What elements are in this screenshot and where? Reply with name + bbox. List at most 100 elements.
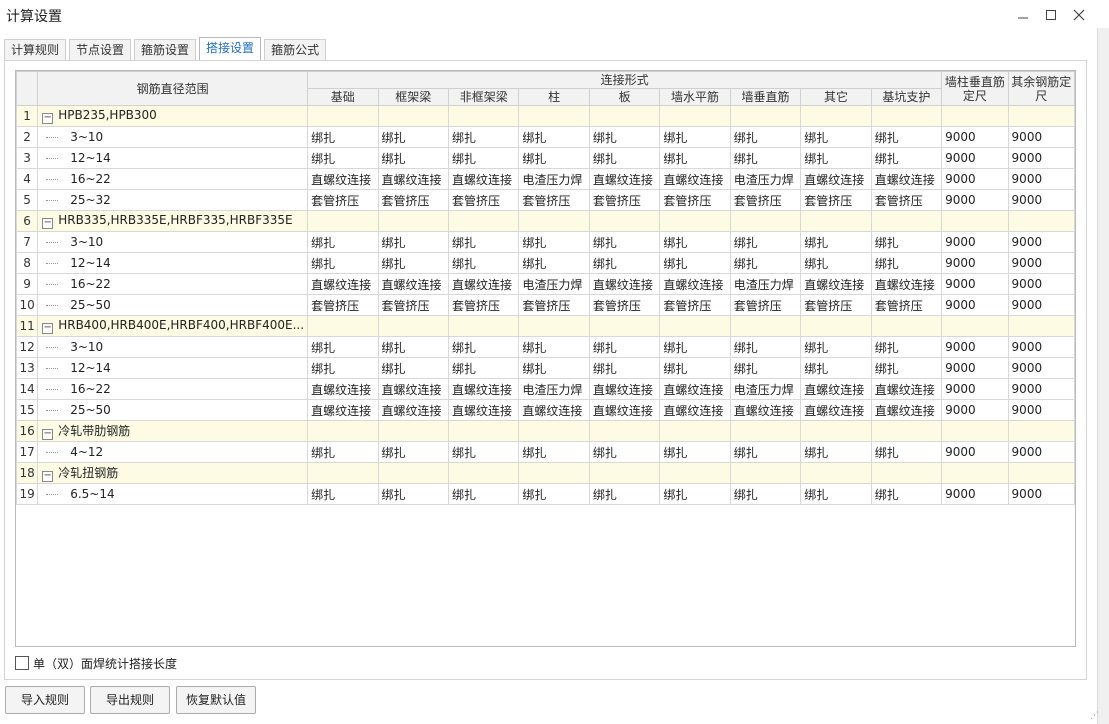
wall-vertical-length-cell[interactable]: 9000 <box>941 168 1009 190</box>
connection-type-cell[interactable] <box>729 210 802 232</box>
tab-stirrup-formula[interactable]: 箍筋公式 <box>264 39 327 61</box>
diameter-range-cell[interactable]: 3~10 <box>37 336 309 358</box>
connection-type-cell[interactable]: 绑扎 <box>870 252 943 274</box>
connection-type-cell[interactable]: 绑扎 <box>800 336 872 358</box>
wall-vertical-length-cell[interactable]: 9000 <box>941 147 1009 169</box>
connection-type-cell[interactable]: 绑扎 <box>588 147 661 169</box>
table-row[interactable]: 2 3~10 绑扎 绑扎 绑扎 绑扎 绑扎 绑扎 绑扎 绑扎 绑扎 9000 9000 <box>16 126 1075 148</box>
connection-type-cell[interactable] <box>307 210 379 232</box>
other-length-cell[interactable]: 9000 <box>1007 294 1075 316</box>
connection-type-cell[interactable] <box>659 210 731 232</box>
wall-vertical-length-cell[interactable] <box>941 105 1009 127</box>
connection-type-cell[interactable]: 绑扎 <box>307 336 379 358</box>
diameter-range-cell[interactable]: 16~22 <box>37 273 309 295</box>
diameter-range-cell[interactable]: 16~22 <box>37 378 309 400</box>
connection-type-cell[interactable]: 绑扎 <box>518 336 590 358</box>
connection-type-cell[interactable] <box>800 210 872 232</box>
connection-type-cell[interactable]: 绑扎 <box>447 252 520 274</box>
connection-type-cell[interactable] <box>659 315 731 337</box>
connection-type-cell[interactable]: 直螺纹连接 <box>447 273 520 295</box>
other-length-cell[interactable]: 9000 <box>1007 483 1075 505</box>
connection-type-cell[interactable]: 绑扎 <box>588 483 661 505</box>
connection-type-cell[interactable] <box>800 462 872 484</box>
connection-type-cell[interactable]: 绑扎 <box>800 252 872 274</box>
connection-type-cell[interactable] <box>518 420 590 442</box>
diameter-range-cell[interactable]: 12~14 <box>37 357 309 379</box>
connection-type-cell[interactable]: 绑扎 <box>518 357 590 379</box>
connection-type-cell[interactable]: 套管挤压 <box>800 294 872 316</box>
connection-type-cell[interactable]: 绑扎 <box>659 483 731 505</box>
connection-type-cell[interactable]: 直螺纹连接 <box>518 399 590 421</box>
connection-type-cell[interactable]: 直螺纹连接 <box>377 273 449 295</box>
connection-type-cell[interactable]: 直螺纹连接 <box>800 399 872 421</box>
table-row[interactable]: 7 3~10 绑扎 绑扎 绑扎 绑扎 绑扎 绑扎 绑扎 绑扎 绑扎 9000 9000 <box>16 231 1075 253</box>
connection-type-cell[interactable]: 套管挤压 <box>377 294 449 316</box>
connection-type-cell[interactable]: 绑扎 <box>870 441 943 463</box>
connection-type-cell[interactable] <box>377 420 449 442</box>
connection-type-cell[interactable]: 绑扎 <box>659 252 731 274</box>
connection-type-cell[interactable] <box>377 210 449 232</box>
connection-type-cell[interactable] <box>870 210 943 232</box>
connection-type-cell[interactable]: 绑扎 <box>659 231 731 253</box>
other-length-cell[interactable]: 9000 <box>1007 147 1075 169</box>
connection-type-cell[interactable]: 绑扎 <box>447 357 520 379</box>
connection-type-cell[interactable]: 直螺纹连接 <box>588 168 661 190</box>
tab-stirrup-settings[interactable]: 箍筋设置 <box>134 39 197 61</box>
table-row[interactable]: 12 3~10 绑扎 绑扎 绑扎 绑扎 绑扎 绑扎 绑扎 绑扎 绑扎 9000 9000 <box>16 336 1075 358</box>
connection-type-cell[interactable]: 绑扎 <box>307 252 379 274</box>
connection-type-cell[interactable]: 绑扎 <box>729 252 802 274</box>
connection-type-cell[interactable]: 绑扎 <box>659 357 731 379</box>
connection-type-cell[interactable] <box>729 420 802 442</box>
connection-type-cell[interactable]: 绑扎 <box>377 252 449 274</box>
connection-type-cell[interactable]: 绑扎 <box>377 126 449 148</box>
connection-type-cell[interactable]: 绑扎 <box>447 441 520 463</box>
other-length-cell[interactable] <box>1007 420 1075 442</box>
connection-type-cell[interactable]: 绑扎 <box>729 336 802 358</box>
connection-type-cell[interactable] <box>870 105 943 127</box>
connection-type-cell[interactable] <box>870 315 943 337</box>
connection-type-cell[interactable] <box>800 105 872 127</box>
connection-type-cell[interactable]: 直螺纹连接 <box>307 399 379 421</box>
connection-type-cell[interactable] <box>447 315 520 337</box>
maximize-button[interactable] <box>1038 4 1064 26</box>
wall-vertical-length-cell[interactable] <box>941 420 1009 442</box>
connection-type-cell[interactable] <box>518 105 590 127</box>
connection-type-cell[interactable]: 套管挤压 <box>518 189 590 211</box>
connection-type-cell[interactable]: 套管挤压 <box>588 294 661 316</box>
connection-type-cell[interactable]: 直螺纹连接 <box>447 168 520 190</box>
connection-type-cell[interactable]: 套管挤压 <box>377 189 449 211</box>
connection-type-cell[interactable]: 绑扎 <box>588 441 661 463</box>
connection-type-cell[interactable]: 直螺纹连接 <box>377 168 449 190</box>
connection-type-cell[interactable]: 绑扎 <box>307 126 379 148</box>
connection-type-cell[interactable]: 绑扎 <box>800 483 872 505</box>
connection-type-cell[interactable]: 绑扎 <box>447 126 520 148</box>
connection-type-cell[interactable] <box>800 315 872 337</box>
connection-type-cell[interactable]: 绑扎 <box>870 231 943 253</box>
connection-type-cell[interactable]: 绑扎 <box>729 483 802 505</box>
connection-type-cell[interactable]: 套管挤压 <box>588 189 661 211</box>
connection-type-cell[interactable] <box>729 315 802 337</box>
collapse-minus-icon[interactable]: − <box>42 429 54 440</box>
wall-vertical-length-cell[interactable]: 9000 <box>941 378 1009 400</box>
connection-type-cell[interactable]: 直螺纹连接 <box>307 168 379 190</box>
tab-lap-settings[interactable]: 搭接设置 <box>199 37 262 61</box>
connection-type-cell[interactable]: 绑扎 <box>518 483 590 505</box>
other-length-cell[interactable]: 9000 <box>1007 273 1075 295</box>
connection-type-cell[interactable]: 绑扎 <box>377 231 449 253</box>
connection-type-cell[interactable]: 套管挤压 <box>659 294 731 316</box>
connection-type-cell[interactable]: 直螺纹连接 <box>729 399 802 421</box>
diameter-range-cell[interactable]: 12~14 <box>37 147 309 169</box>
connection-type-cell[interactable]: 直螺纹连接 <box>588 273 661 295</box>
connection-type-cell[interactable] <box>800 420 872 442</box>
table-row[interactable]: 3 12~14 绑扎 绑扎 绑扎 绑扎 绑扎 绑扎 绑扎 绑扎 绑扎 9000 9000 <box>16 147 1075 169</box>
wall-vertical-length-cell[interactable] <box>941 315 1009 337</box>
resize-grip-icon[interactable]: ⋰ <box>1090 712 1099 721</box>
connection-type-cell[interactable]: 直螺纹连接 <box>870 378 943 400</box>
diameter-range-cell[interactable]: 3~10 <box>37 231 309 253</box>
other-length-cell[interactable]: 9000 <box>1007 357 1075 379</box>
connection-type-cell[interactable]: 绑扎 <box>447 231 520 253</box>
connection-type-cell[interactable]: 绑扎 <box>870 336 943 358</box>
wall-vertical-length-cell[interactable]: 9000 <box>941 483 1009 505</box>
table-row[interactable]: 5 25~32 套管挤压 套管挤压 套管挤压 套管挤压 套管挤压 套管挤压 套管挤压 套管挤压 套管… <box>16 189 1075 211</box>
connection-type-cell[interactable] <box>447 462 520 484</box>
